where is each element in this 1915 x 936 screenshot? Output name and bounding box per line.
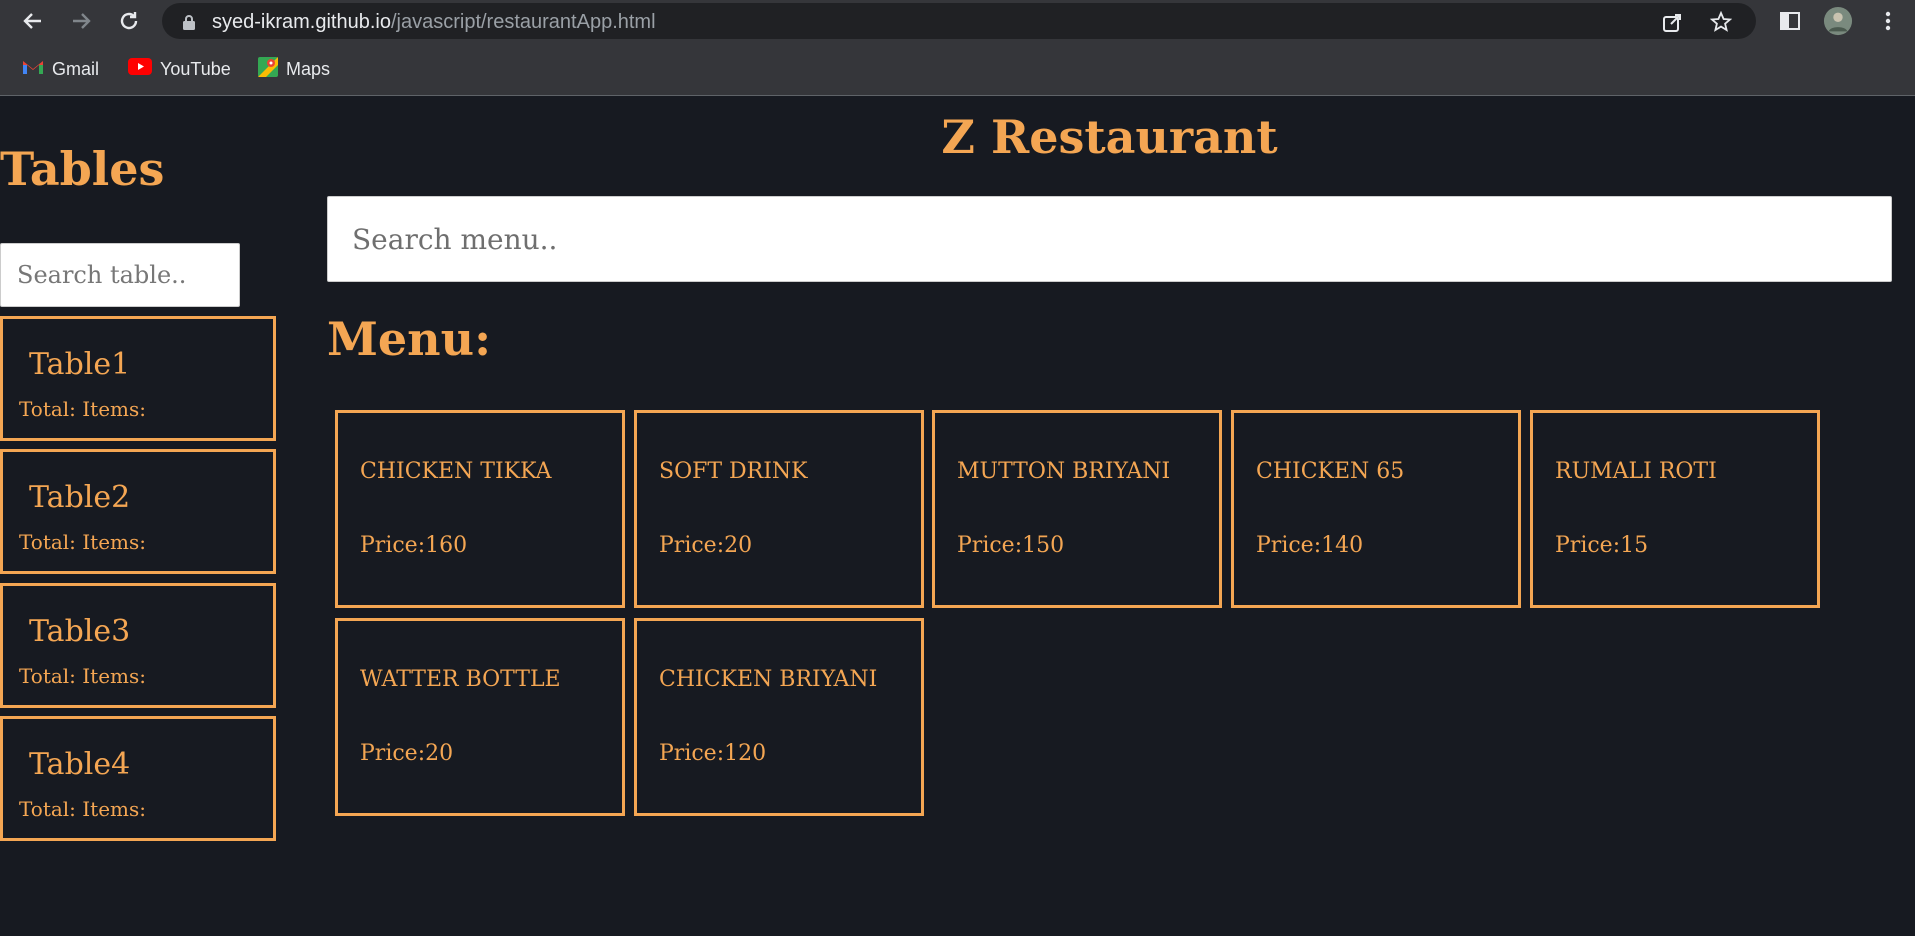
address-bar[interactable]: syed-ikram.github.io/javascript/restaura… (162, 3, 1756, 39)
bookmark-star-icon[interactable] (1710, 11, 1732, 33)
more-menu-icon[interactable] (1873, 6, 1903, 36)
side-panel-icon[interactable] (1775, 6, 1805, 36)
menu-item-name: CHICKEN 65 (1256, 459, 1405, 484)
bookmarks-bar: Gmail YouTube Maps (0, 52, 1915, 82)
table-name: Table1 (29, 347, 131, 382)
bookmark-label: YouTube (160, 58, 231, 79)
bookmark-maps[interactable]: Maps (258, 56, 330, 82)
menu-item-name: RUMALI ROTI (1555, 459, 1717, 484)
menu-item-card[interactable]: SOFT DRINK Price:20 (634, 410, 924, 608)
menu-item-price: Price:140 (1256, 533, 1364, 558)
bookmark-gmail[interactable]: Gmail (22, 56, 99, 82)
bookmark-label: Maps (286, 58, 331, 79)
menu-item-card[interactable]: CHICKEN TIKKA Price:160 (335, 410, 625, 608)
table-summary: Total: Items: (19, 797, 147, 821)
menu-item-name: CHICKEN BRIYANI (659, 667, 878, 692)
bookmark-youtube[interactable]: YouTube (128, 56, 231, 82)
menu-item-name: WATTER BOTTLE (360, 667, 561, 692)
table-card[interactable]: Table2 Total: Items: (0, 449, 276, 574)
menu-item-name: SOFT DRINK (659, 459, 808, 484)
tables-heading: Tables (0, 142, 165, 196)
back-arrow-icon[interactable] (18, 6, 48, 36)
forward-arrow-icon[interactable] (66, 6, 96, 36)
url-path: /javascript/restaurantApp.html (390, 11, 656, 33)
table-summary: Total: Items: (19, 664, 147, 688)
menu-item-card[interactable]: RUMALI ROTI Price:15 (1530, 410, 1820, 608)
reload-icon[interactable] (114, 6, 144, 36)
lock-icon[interactable] (178, 11, 200, 33)
table-name: Table4 (29, 747, 131, 782)
table-name: Table3 (29, 614, 131, 649)
table-search-input[interactable] (0, 243, 240, 307)
menu-item-price: Price:120 (659, 741, 767, 766)
menu-item-price: Price:160 (360, 533, 468, 558)
restaurant-title: Z Restaurant (941, 110, 1278, 164)
menu-item-name: CHICKEN TIKKA (360, 459, 552, 484)
menu-item-price: Price:20 (659, 533, 753, 558)
menu-item-card[interactable]: WATTER BOTTLE Price:20 (335, 618, 625, 816)
maps-icon (258, 56, 278, 82)
gmail-icon (22, 59, 44, 80)
table-summary: Total: Items: (19, 397, 147, 421)
menu-item-name: MUTTON BRIYANI (957, 459, 1171, 484)
table-card[interactable]: Table4 Total: Items: (0, 716, 276, 841)
profile-avatar[interactable] (1823, 6, 1853, 36)
table-card[interactable]: Table1 Total: Items: (0, 316, 276, 441)
url-host: syed-ikram.github.io (212, 11, 391, 33)
menu-item-price: Price:150 (957, 533, 1065, 558)
browser-chrome: syed-ikram.github.io/javascript/restaura… (0, 0, 1915, 96)
menu-heading: Menu: (327, 312, 492, 366)
table-name: Table2 (29, 480, 131, 515)
menu-item-card[interactable]: CHICKEN BRIYANI Price:120 (634, 618, 924, 816)
menu-item-card[interactable]: MUTTON BRIYANI Price:150 (932, 410, 1222, 608)
share-icon[interactable] (1662, 11, 1684, 33)
youtube-icon (128, 58, 152, 80)
menu-item-price: Price:15 (1555, 533, 1649, 558)
menu-item-card[interactable]: CHICKEN 65 Price:140 (1231, 410, 1521, 608)
menu-search-input[interactable] (327, 196, 1892, 282)
bookmark-label: Gmail (52, 58, 100, 79)
table-card[interactable]: Table3 Total: Items: (0, 583, 276, 708)
table-summary: Total: Items: (19, 530, 147, 554)
url-text[interactable]: syed-ikram.github.io/javascript/restaura… (212, 11, 656, 34)
menu-item-price: Price:20 (360, 741, 454, 766)
